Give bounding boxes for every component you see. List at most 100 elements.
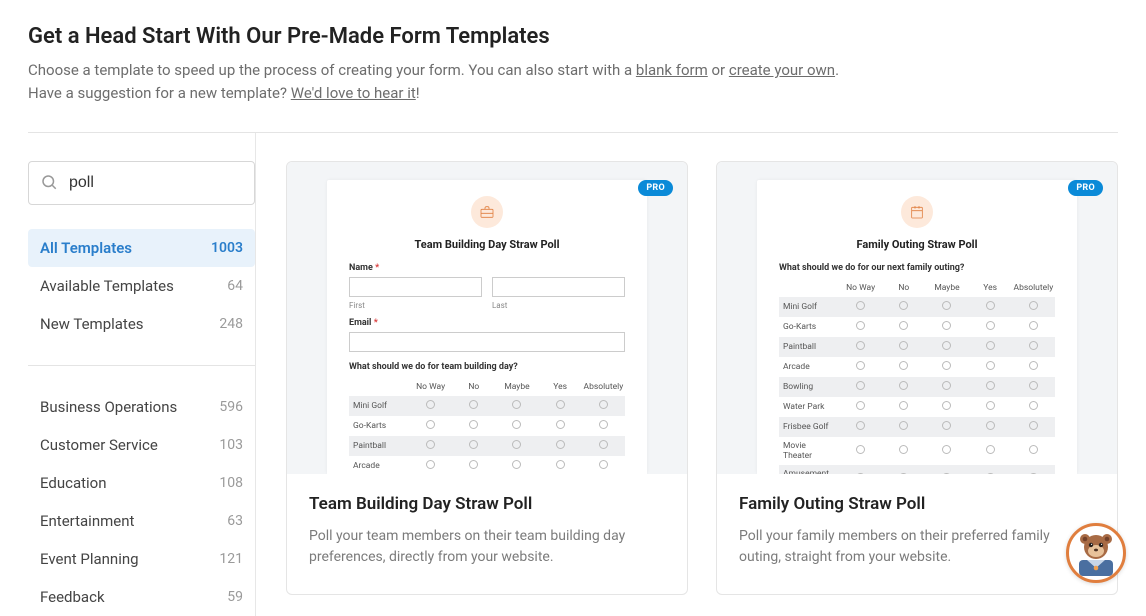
matrix-radio (986, 301, 995, 310)
search-icon (40, 173, 58, 195)
matrix-radio (512, 400, 521, 409)
create-own-link[interactable]: create your own (729, 61, 835, 79)
matrix-row-label: Mini Golf (349, 396, 409, 416)
matrix-radio (469, 420, 478, 429)
suggest-link[interactable]: We'd love to hear it (291, 84, 416, 102)
template-description: Poll your family members on their prefer… (739, 526, 1095, 568)
matrix-radio (599, 460, 608, 469)
matrix-table: No WayNoMaybeYesAbsolutelyMini GolfGo-Ka… (349, 378, 625, 474)
category-label: Feedback (40, 588, 105, 606)
matrix-radio (556, 440, 565, 449)
matrix-radio (942, 473, 951, 474)
matrix-radio (986, 321, 995, 330)
template-preview: PROTeam Building Day Straw PollName *Fir… (287, 162, 687, 474)
matrix-radio (512, 440, 521, 449)
matrix-radio (426, 460, 435, 469)
matrix-radio (469, 460, 478, 469)
page-intro: Choose a template to speed up the proces… (28, 59, 1118, 82)
matrix-row-label: Go-Karts (349, 416, 409, 436)
matrix-radio (1029, 361, 1038, 370)
category-count: 108 (219, 475, 243, 491)
matrix-radio (899, 401, 908, 410)
matrix-radio (899, 473, 908, 474)
blank-form-link[interactable]: blank form (636, 61, 708, 79)
matrix-radio (1029, 321, 1038, 330)
matrix-radio (942, 361, 951, 370)
matrix-radio (856, 341, 865, 350)
calendar-icon (901, 196, 933, 228)
matrix-radio (942, 421, 951, 430)
search-input[interactable] (28, 161, 255, 205)
matrix-radio (986, 361, 995, 370)
matrix-row-label: Mini Golf (779, 297, 839, 317)
category-count: 63 (227, 513, 243, 529)
page-suggest: Have a suggestion for a new template? We… (28, 82, 1118, 105)
matrix-radio (426, 440, 435, 449)
matrix-radio (599, 420, 608, 429)
sidebar-category[interactable]: Business Operations 596 (28, 388, 255, 426)
matrix-radio (426, 420, 435, 429)
matrix-radio (469, 440, 478, 449)
sidebar-category[interactable]: All Templates1003 (28, 229, 255, 267)
sidebar-category[interactable]: Available Templates64 (28, 267, 255, 305)
sidebar: All Templates1003Available Templates64Ne… (28, 133, 255, 616)
category-count: 121 (219, 551, 243, 567)
category-label: All Templates (40, 239, 132, 257)
matrix-radio (899, 445, 908, 454)
matrix-radio (556, 460, 565, 469)
sidebar-category[interactable]: Customer Service103 (28, 426, 255, 464)
category-label: Event Planning (40, 550, 139, 568)
category-count: 64 (227, 278, 243, 294)
matrix-row-label: Arcade (779, 357, 839, 377)
last-name-input (492, 277, 625, 297)
matrix-radio (986, 341, 995, 350)
matrix-radio (469, 400, 478, 409)
sidebar-category[interactable]: Event Planning 121 (28, 540, 255, 578)
template-preview: PROFamily Outing Straw PollWhat should w… (717, 162, 1117, 474)
sidebar-category[interactable]: Feedback59 (28, 578, 255, 616)
matrix-row-label: Go-Karts (779, 317, 839, 337)
matrix-row-label: Bowling (779, 377, 839, 397)
category-count: 103 (219, 437, 243, 453)
sidebar-category[interactable]: New Templates 248 (28, 305, 255, 343)
matrix-radio (512, 460, 521, 469)
matrix-radio (1029, 445, 1038, 454)
matrix-table: No WayNoMaybeYesAbsolutelyMini GolfGo-Ka… (779, 279, 1055, 474)
template-card[interactable]: PROTeam Building Day Straw PollName *Fir… (286, 161, 688, 595)
matrix-radio (1029, 341, 1038, 350)
help-chat-button[interactable] (1066, 523, 1126, 583)
matrix-radio (556, 420, 565, 429)
form-question: What should we do for team building day? (349, 362, 625, 372)
matrix-radio (1029, 381, 1038, 390)
category-count: 248 (219, 316, 243, 332)
matrix-radio (856, 301, 865, 310)
matrix-radio (1029, 421, 1038, 430)
category-label: Business Operations (40, 398, 177, 416)
template-description: Poll your team members on their team bui… (309, 526, 665, 568)
template-grid: PROTeam Building Day Straw PollName *Fir… (255, 133, 1118, 616)
matrix-row-label: Paintball (779, 337, 839, 357)
search-field (28, 161, 255, 205)
form-question: What should we do for our next family ou… (779, 263, 1055, 273)
matrix-radio (899, 341, 908, 350)
matrix-radio (899, 381, 908, 390)
form-preview-title: Team Building Day Straw Poll (349, 238, 625, 251)
matrix-radio (899, 361, 908, 370)
page-header: Get a Head Start With Our Pre-Made Form … (28, 24, 1118, 104)
pro-badge: PRO (638, 180, 673, 196)
category-count: 596 (219, 399, 243, 415)
sidebar-category[interactable]: Education108 (28, 464, 255, 502)
mascot-icon (1073, 530, 1119, 576)
template-title: Team Building Day Straw Poll (309, 494, 665, 514)
template-card[interactable]: PROFamily Outing Straw PollWhat should w… (716, 161, 1118, 595)
matrix-radio (986, 381, 995, 390)
matrix-radio (599, 440, 608, 449)
category-label: New Templates (40, 315, 144, 333)
category-label: Entertainment (40, 512, 134, 530)
matrix-radio (942, 401, 951, 410)
matrix-radio (986, 445, 995, 454)
matrix-radio (986, 421, 995, 430)
matrix-radio (942, 321, 951, 330)
template-title: Family Outing Straw Poll (739, 494, 1095, 514)
sidebar-category[interactable]: Entertainment 63 (28, 502, 255, 540)
